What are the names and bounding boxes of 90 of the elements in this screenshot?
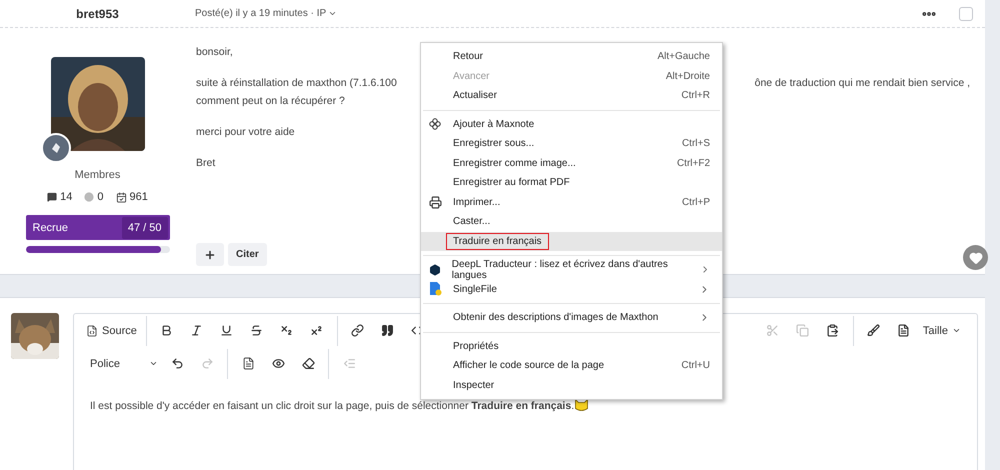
hexagon-icon: [429, 264, 441, 276]
outdent-icon: [342, 357, 356, 370]
clover-icon: [429, 118, 441, 130]
link-icon: [351, 324, 364, 337]
menu-item-label: Obtenir des descriptions d'images de Maxthon: [452, 311, 660, 326]
member-group: Membres: [74, 169, 120, 181]
comments-icon: [47, 192, 58, 202]
document-icon: [242, 357, 254, 370]
post-text: Bret: [196, 156, 216, 171]
menu-shortcut: Ctrl+P: [682, 196, 710, 208]
menu-item-label: Retour: [452, 50, 484, 64]
italic-icon: [190, 324, 204, 337]
caret-icon: [328, 9, 338, 18]
select-checkbox[interactable]: [959, 6, 973, 20]
menu-item-label: Afficher le code source de la page: [452, 359, 606, 374]
redo-icon: [200, 357, 214, 370]
post-text: bonsoir,: [196, 45, 233, 60]
menu-item[interactable]: Enregistrer au format PDF: [421, 173, 722, 192]
caret-icon: [952, 326, 961, 335]
menu-item-label: Imprimer...: [452, 196, 502, 210]
caret-icon: [149, 359, 158, 368]
author-name[interactable]: bret953: [0, 6, 195, 20]
post-text: ône de traduction qui me rendait bien service ,: [754, 76, 970, 91]
undo-icon: [170, 357, 184, 370]
stat-value: 14: [60, 191, 72, 203]
menu-item[interactable]: Propriétés: [421, 336, 722, 356]
rank-label: Recrue: [32, 222, 68, 234]
rank-count: 47 / 50: [122, 216, 168, 238]
copy-icon: [796, 324, 810, 337]
underline-icon: [220, 324, 234, 337]
plus-icon: [204, 248, 216, 260]
menu-item[interactable]: Traduire en français: [421, 232, 722, 251]
superscript-icon: [310, 324, 324, 337]
menu-item[interactable]: Obtenir des descriptions d'images de Maxthon: [421, 308, 722, 328]
paste-icon: [826, 324, 840, 337]
source-button[interactable]: Source: [82, 318, 141, 344]
heart-icon: [968, 250, 982, 264]
menu-item-label: Propriétés: [452, 340, 500, 354]
scissors-icon: [766, 324, 780, 337]
post-text: merci pour votre aide: [196, 125, 295, 140]
eraser-icon: [302, 357, 314, 370]
menu-item-label: Enregistrer au format PDF: [452, 176, 571, 190]
stat-value: 0: [97, 191, 104, 203]
menu-item-label: Ajouter à Maxnote: [452, 118, 536, 132]
menu-item-label: Caster...: [452, 215, 492, 230]
calendar-icon: [116, 192, 126, 202]
file-icon: [429, 282, 442, 296]
menu-item-label: Actualiser: [452, 89, 498, 104]
menu-item[interactable]: Retour Alt+Gauche: [421, 47, 722, 66]
bold-icon: [160, 324, 174, 337]
post-text: comment peut on la récupérer ?: [196, 94, 345, 109]
add-button[interactable]: [196, 243, 224, 266]
menu-item[interactable]: Imprimer... Ctrl+P: [421, 192, 722, 212]
menu-item[interactable]: Caster...: [421, 212, 722, 232]
menu-item[interactable]: Afficher le code source de la page Ctrl+U: [421, 356, 722, 376]
subscript-icon: [280, 324, 294, 337]
menu-item-label: Avancer: [452, 70, 491, 84]
menu-item-label: SingleFile: [452, 282, 498, 297]
font-button[interactable]: Police: [82, 350, 162, 376]
document-icon: [897, 324, 910, 337]
brush-icon: [867, 324, 880, 337]
post-text: suite à réinstallation de maxthon (7.1.6.100: [196, 76, 397, 91]
source-icon: [86, 324, 98, 336]
menu-shortcut: Alt+Gauche: [657, 51, 710, 62]
menu-item-label: Inspecter: [452, 378, 496, 393]
like-button[interactable]: [963, 245, 988, 270]
stat-value: 961: [130, 191, 148, 203]
strikethrough-icon: [250, 324, 264, 337]
menu-item[interactable]: Ajouter à Maxnote: [421, 114, 722, 134]
menu-item[interactable]: Inspecter: [421, 376, 722, 395]
eye-icon: [272, 357, 284, 370]
cat-emoji-icon: [575, 399, 588, 412]
menu-item[interactable]: Actualiser Ctrl+R: [421, 86, 722, 106]
menu-shortcut: Ctrl+S: [682, 138, 710, 150]
reputation-icon: [84, 192, 94, 202]
menu-shortcut: Ctrl+R: [681, 90, 710, 102]
editor-text: Il est possible d'y accéder en faisant un clic droit sur la page, puis de sélectionner Traduire en français.: [90, 400, 574, 412]
quote-button[interactable]: Citer: [228, 243, 267, 266]
menu-shortcut: Ctrl+F2: [676, 158, 710, 169]
menu-shortcut: Alt+Droite: [666, 70, 710, 82]
post-meta[interactable]: Posté(e) il y a 19 minutes · IP: [195, 8, 338, 19]
menu-item[interactable]: Enregistrer sous... Ctrl+S: [421, 134, 722, 154]
menu-item[interactable]: Enregistrer comme image... Ctrl+F2: [421, 154, 722, 173]
size-button[interactable]: Taille: [918, 318, 965, 344]
menu-item-label: Enregistrer comme image...: [452, 156, 577, 171]
quote-icon: [381, 324, 394, 337]
menu-item-label: Enregistrer sous...: [452, 137, 536, 152]
menu-shortcut: Ctrl+U: [681, 360, 710, 372]
menu-item-label: Traduire en français: [446, 232, 549, 250]
printer-icon: [429, 196, 442, 209]
